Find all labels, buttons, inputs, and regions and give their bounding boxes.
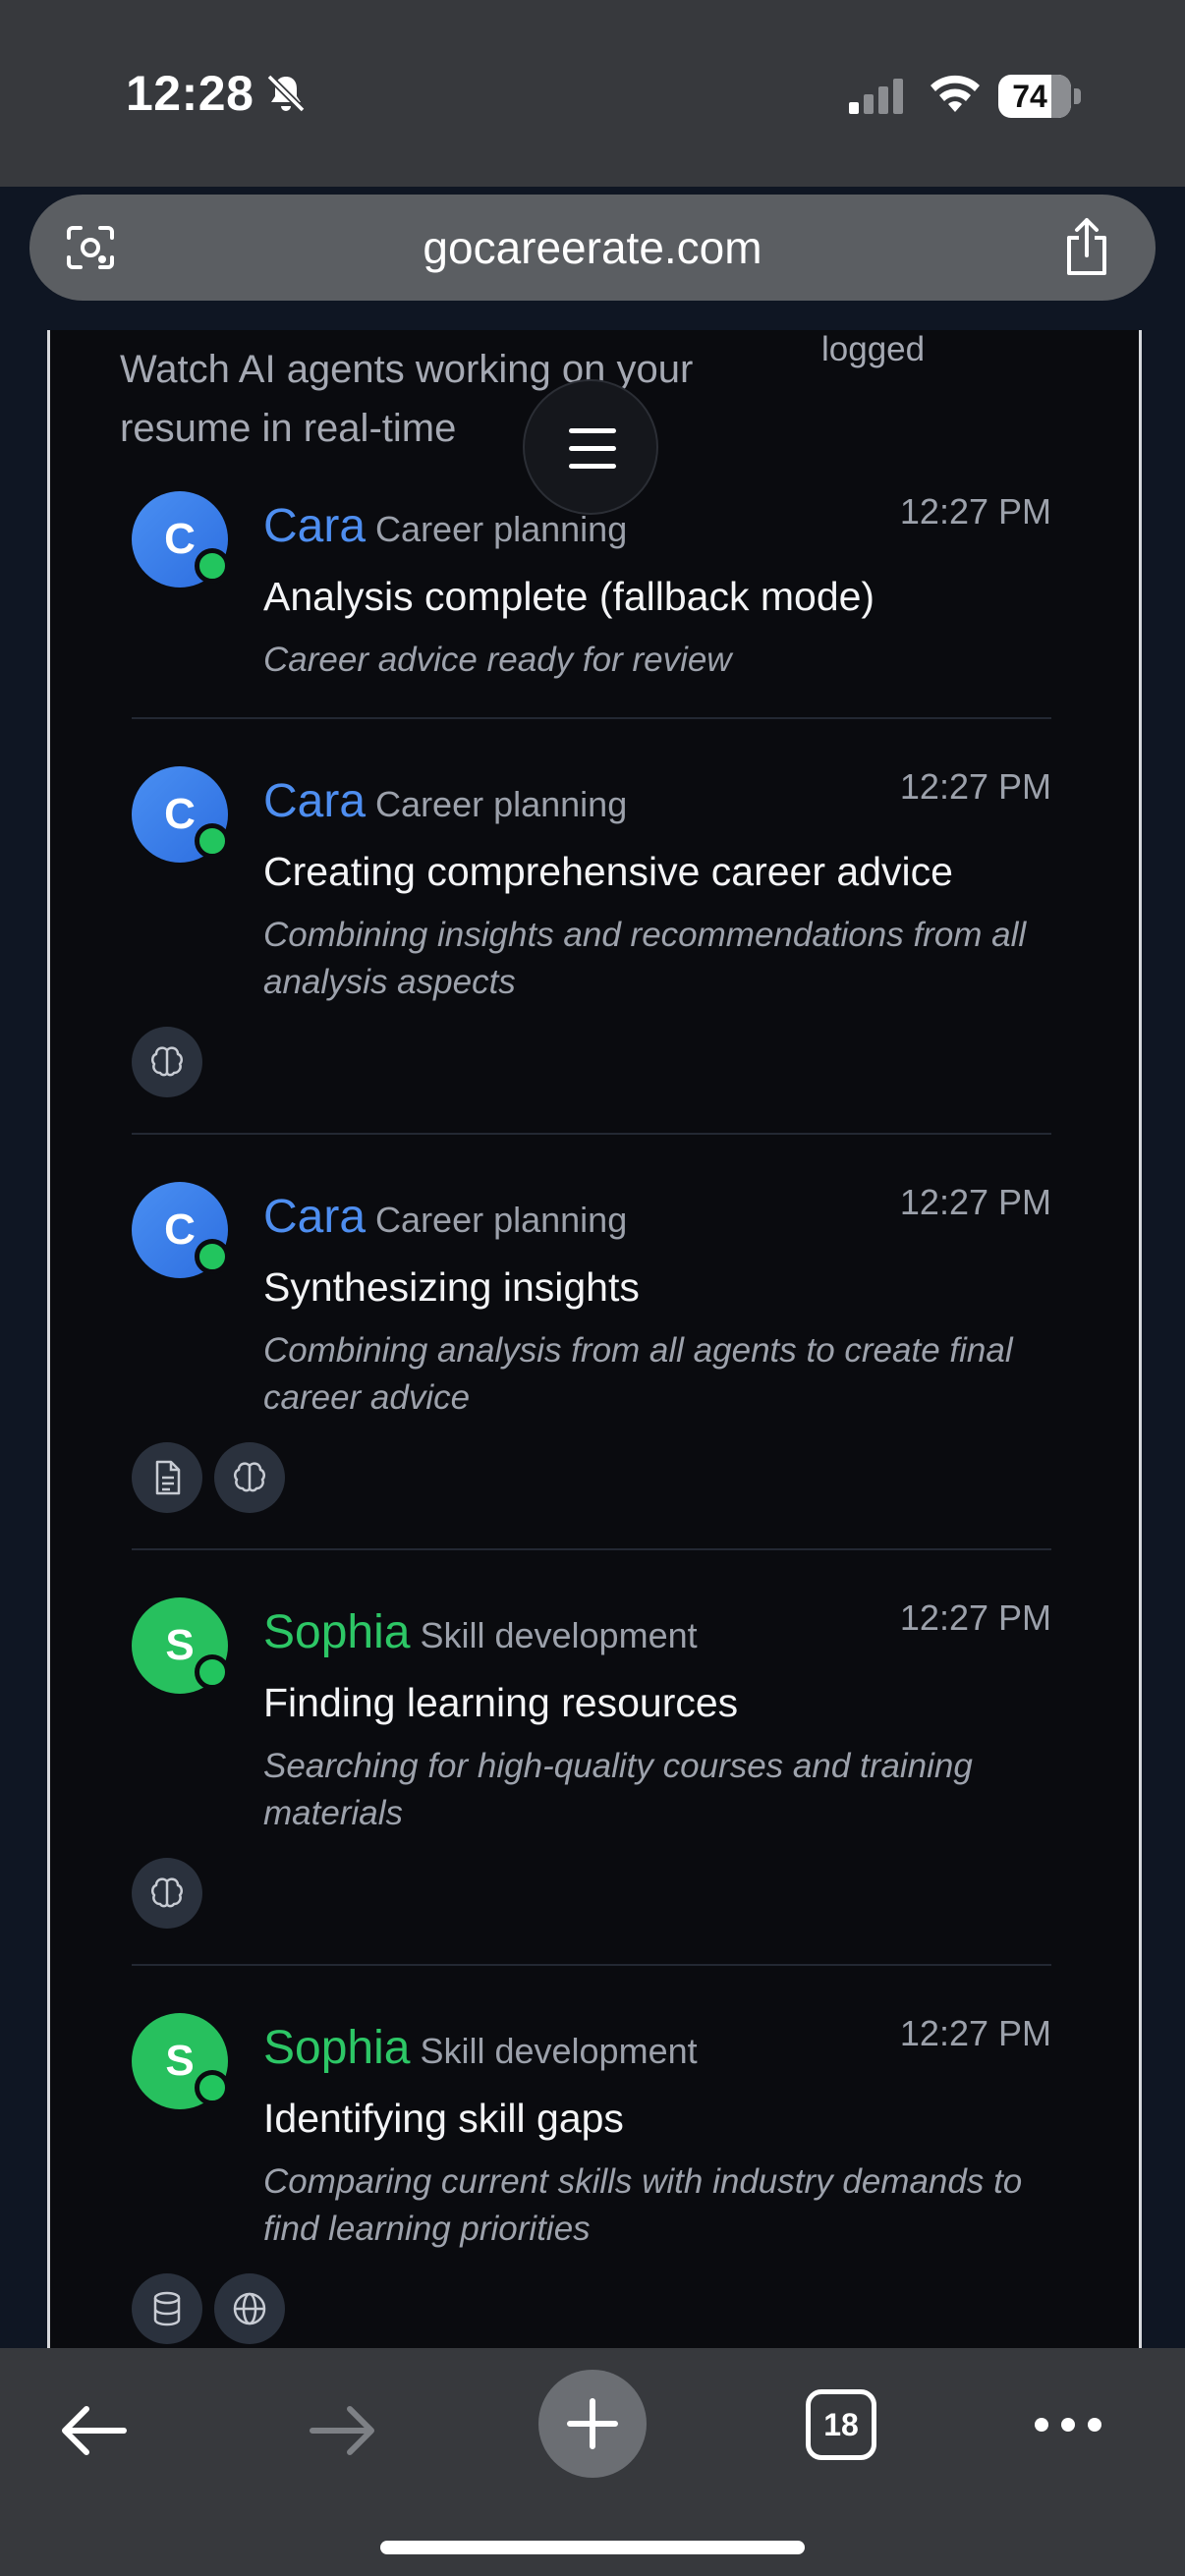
agent-name: Sophia [263,1606,411,1658]
avatar-initial: C [164,515,196,563]
plus-icon [567,2398,618,2449]
brain-icon [214,1442,285,1513]
avatar-initial: S [165,1621,195,1669]
online-status-dot [195,1654,230,1690]
tab-count: 18 [823,2407,859,2442]
status-time: 12:28 [126,66,254,121]
agent-name-line: Cara Career planning [263,1190,627,1244]
menu-icon [569,428,616,433]
activity-description: Combining analysis from all agents to cr… [263,1331,1013,1417]
agent-name-line: Cara Career planning [263,774,627,828]
url-text[interactable]: gocareerate.com [29,195,1156,301]
forward-arrow-icon[interactable] [307,2401,379,2460]
activity-description: Comparing current skills with industry d… [263,2162,1023,2248]
avatar-initial: C [164,1205,196,1254]
database-icon [132,2273,202,2344]
activity-divider [132,1133,1051,1135]
activity-timestamp: 12:27 PM [899,1597,1051,1638]
home-indicator [380,2541,805,2554]
tool-chips [132,2273,297,2344]
agent-role: Career planning [375,784,628,824]
bell-muted-icon [266,74,306,113]
tab-switcher-button[interactable]: 18 [806,2389,876,2460]
agent-name-line: Sophia Skill development [263,2021,698,2075]
agent-name: Cara [263,775,367,827]
agent-name: Cara [263,500,367,552]
more-options-icon[interactable] [1032,2413,1104,2436]
globe-icon [214,2273,285,2344]
activity-title: Synthesizing insights [263,1264,640,1310]
tool-chips [132,1858,214,1929]
activity-title: Analysis complete (fallback mode) [263,574,875,619]
activity-timestamp: 12:27 PM [899,1182,1051,1222]
activity-title: Identifying skill gaps [263,2096,624,2141]
address-bar[interactable]: gocareerate.com [29,195,1156,301]
activity-title: Finding learning resources [263,1680,739,1725]
agent-avatar: C [132,1182,230,1278]
agent-role: Career planning [375,1200,628,1240]
panel-subtitle: Watch AI agents working on your resume i… [120,348,694,450]
agent-avatar: C [132,491,230,588]
battery-indicator: 74 [998,75,1081,118]
activity-timestamp: 12:27 PM [899,2013,1051,2053]
agent-name: Cara [263,1191,367,1243]
brain-icon [132,1858,202,1929]
brain-icon [132,1027,202,1097]
activity-divider [132,1548,1051,1550]
agent-name: Sophia [263,2022,411,2074]
wifi-icon [931,75,980,112]
status-bar: 12:28 74 gocareerate.com [0,0,1185,301]
new-tab-button[interactable] [538,2370,647,2478]
activity-timestamp: 12:27 PM [899,491,1051,532]
logged-label: logged [821,330,926,368]
activity-divider [132,717,1051,719]
back-arrow-icon[interactable] [57,2401,130,2460]
battery-level: 74 [1012,79,1047,114]
activity-description: Searching for high-quality courses and t… [263,1747,973,1832]
activity-description: Career advice ready for review [263,641,732,679]
agent-role: Skill development [420,1615,698,1655]
agent-avatar: S [132,1597,230,1694]
activity-timestamp: 12:27 PM [899,766,1051,807]
document-icon [132,1442,202,1513]
online-status-dot [195,2070,230,2105]
tool-chips [132,1027,214,1097]
agent-name-line: Sophia Skill development [263,1605,698,1659]
share-icon[interactable] [1061,216,1112,277]
activity-description: Combining insights and recommendations f… [263,916,1027,1001]
tool-chips [132,1442,297,1513]
agent-avatar: S [132,2013,230,2109]
agent-role: Skill development [420,2031,698,2071]
activity-title: Creating comprehensive career advice [263,849,953,894]
menu-button[interactable] [523,379,658,515]
avatar-initial: C [164,790,196,838]
online-status-dot [195,823,230,859]
avatar-initial: S [165,2037,195,2085]
agent-avatar: C [132,766,230,863]
cellular-signal-icon [849,79,903,114]
online-status-dot [195,1239,230,1274]
online-status-dot [195,548,230,584]
activity-divider [132,1964,1051,1966]
agent-role: Career planning [375,509,628,549]
